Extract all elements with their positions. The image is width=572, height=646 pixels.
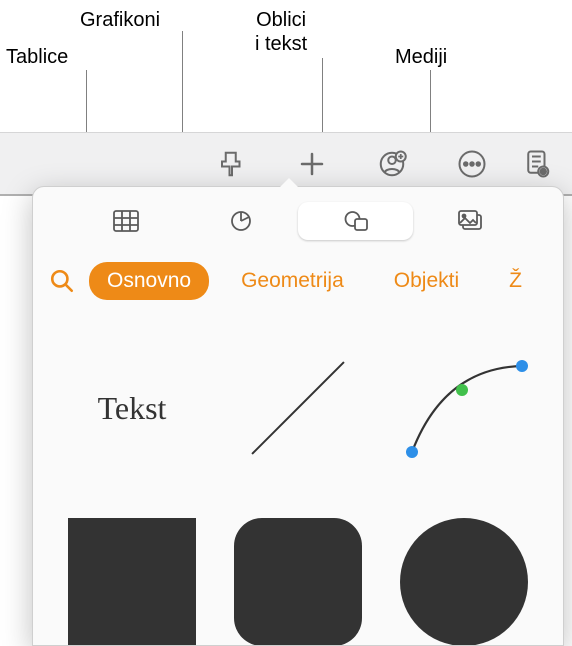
- category-geometrija[interactable]: Geometrija: [223, 262, 362, 300]
- search-icon[interactable]: [49, 268, 75, 294]
- shapes-grid: Tekst: [33, 305, 563, 646]
- document-view-button[interactable]: [512, 134, 562, 194]
- tab-shapes[interactable]: [298, 202, 413, 240]
- callout-grafikoni: Grafikoni: [80, 8, 160, 32]
- line-icon: [243, 353, 353, 463]
- shape-line[interactable]: [227, 333, 369, 483]
- collaborate-button[interactable]: [352, 134, 432, 194]
- tab-charts[interactable]: [183, 202, 298, 240]
- shape-square[interactable]: [61, 507, 203, 646]
- square-icon: [68, 518, 196, 646]
- format-brush-button[interactable]: [192, 134, 272, 194]
- category-osnovno[interactable]: Osnovno: [89, 262, 209, 300]
- rounded-square-icon: [234, 518, 362, 646]
- shape-curve[interactable]: [393, 333, 535, 483]
- category-row: Osnovno Geometrija Objekti Ž: [33, 257, 563, 305]
- callouts-area: Tablice Grafikoni Oblici i tekst Mediji: [0, 0, 572, 132]
- callout-mediji: Mediji: [395, 45, 447, 69]
- category-z[interactable]: Ž: [491, 262, 522, 300]
- shape-text[interactable]: Tekst: [61, 333, 203, 483]
- callout-tablice: Tablice: [6, 45, 68, 69]
- tab-media[interactable]: [413, 202, 528, 240]
- text-shape-label: Tekst: [98, 390, 167, 427]
- circle-icon: [400, 518, 528, 646]
- tab-tables[interactable]: [68, 202, 183, 240]
- category-objekti[interactable]: Objekti: [376, 262, 477, 300]
- insert-popover: Osnovno Geometrija Objekti Ž Tekst: [32, 186, 564, 646]
- callout-oblici: Oblici i tekst: [255, 8, 307, 56]
- more-button[interactable]: [432, 134, 512, 194]
- popover-tabbar: [33, 197, 563, 245]
- curve-icon: [394, 348, 534, 468]
- shape-rounded-square[interactable]: [227, 507, 369, 646]
- shape-circle[interactable]: [393, 507, 535, 646]
